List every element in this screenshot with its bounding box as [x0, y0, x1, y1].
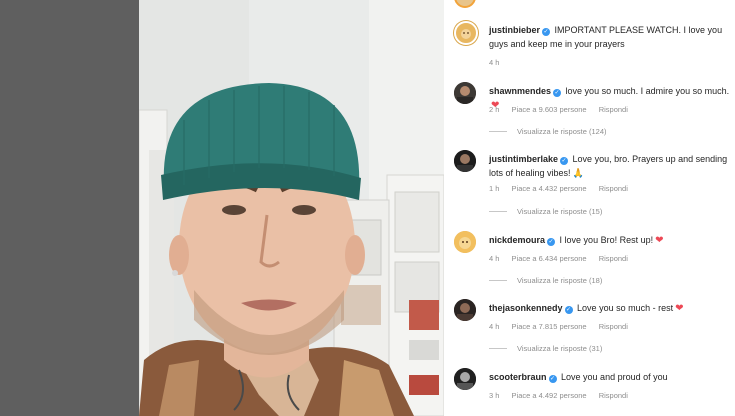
comment-meta: 1 h Piace a 4.432 persone Rispondi [489, 184, 638, 193]
view-replies-button[interactable]: Visualizza le risposte (18) [489, 276, 602, 285]
view-replies-button[interactable]: Visualizza le risposte (15) [489, 207, 602, 216]
comment-body: nickdemoura ✓ I love you Bro! Rest up! ❤ [489, 233, 735, 248]
lion-icon [457, 24, 475, 42]
nickdemoura-avatar[interactable] [454, 231, 476, 253]
left-gutter [0, 0, 139, 416]
comment-time[interactable]: 3 h [489, 391, 499, 400]
comment-likes[interactable]: Piace a 7.815 persone [512, 322, 587, 331]
comment-time[interactable]: 4 h [489, 322, 499, 331]
comments-panel[interactable]: justinbieber ✓ IMPORTANT PLEASE WATCH. I … [444, 0, 735, 416]
reply-button[interactable]: Rispondi [599, 391, 628, 400]
comment-text: Love you so much - rest [577, 303, 674, 313]
comment-username[interactable]: thejasonkennedy [489, 303, 563, 313]
view-replies-button[interactable]: Visualizza le risposte (31) [489, 344, 602, 353]
verified-badge-icon: ✓ [560, 157, 569, 165]
replies-divider [489, 280, 507, 281]
comment-username[interactable]: nickdemoura [489, 235, 545, 245]
comment-username[interactable]: scooterbraun [489, 372, 547, 382]
verified-badge-icon: ✓ [553, 89, 562, 97]
red-heart-icon: ❤ [655, 235, 664, 246]
verified-badge-icon: ✓ [547, 238, 556, 246]
scooterbraun-avatar[interactable] [454, 368, 476, 390]
reply-button[interactable]: Rispondi [599, 105, 628, 114]
video-frame [139, 0, 444, 416]
reply-button[interactable]: Rispondi [599, 184, 628, 193]
comment-body: justintimberlake ✓ Love you, bro. Prayers… [489, 152, 735, 180]
comment-text: love you so much. I admire you so much. [565, 86, 730, 96]
replies-divider [489, 211, 507, 212]
comment-meta: 4 h Piace a 7.815 persone Rispondi [489, 322, 638, 331]
comment-text: Love you and proud of you [561, 372, 668, 382]
lion-icon [454, 231, 476, 253]
profile-photo-icon [454, 82, 476, 104]
comment-likes[interactable]: Piace a 4.492 persone [512, 391, 587, 400]
red-heart-icon: ❤ [675, 303, 684, 314]
replies-divider [489, 348, 507, 349]
view-replies-label: Visualizza le risposte (18) [517, 276, 603, 285]
verified-badge-icon: ✓ [564, 306, 573, 314]
replies-divider [489, 131, 507, 132]
view-replies-label: Visualizza le risposte (31) [517, 344, 603, 353]
thejasonkennedy-avatar[interactable] [454, 299, 476, 321]
comment-time[interactable]: 1 h [489, 184, 499, 193]
profile-photo-icon [454, 299, 476, 321]
comment-text: I love you Bro! Rest up! [559, 235, 654, 245]
comment-likes[interactable]: Piace a 6.434 persone [512, 254, 587, 263]
comment-time[interactable]: 4 h [489, 254, 499, 263]
view-replies-label: Visualizza le risposte (124) [517, 127, 607, 136]
caption-username[interactable]: justinbieber [489, 25, 540, 35]
video-player[interactable] [139, 0, 444, 416]
caption-body: justinbieber ✓ IMPORTANT PLEASE WATCH. I … [489, 23, 735, 51]
view-replies-label: Visualizza le risposte (15) [517, 207, 603, 216]
shawnmendes-avatar[interactable] [454, 82, 476, 104]
profile-photo-icon [454, 368, 476, 390]
comment-meta: 4 h Piace a 6.434 persone Rispondi [489, 254, 638, 263]
comment-likes[interactable]: Piace a 9.603 persone [512, 105, 587, 114]
comment-username[interactable]: shawnmendes [489, 86, 551, 96]
caption-time[interactable]: 4 h [489, 58, 499, 67]
profile-photo-icon [454, 150, 476, 172]
view-replies-button[interactable]: Visualizza le risposte (124) [489, 127, 607, 136]
comment-username[interactable]: justintimberlake [489, 154, 558, 164]
reply-button[interactable]: Rispondi [599, 254, 628, 263]
comment-meta: 3 h Piace a 4.492 persone Rispondi [489, 391, 638, 400]
praying-hands-icon: 🙏 [572, 168, 584, 178]
verified-badge-icon: ✓ [542, 28, 551, 36]
justintimberlake-avatar[interactable] [454, 150, 476, 172]
comment-likes[interactable]: Piace a 4.432 persone [512, 184, 587, 193]
verified-badge-icon: ✓ [548, 375, 557, 383]
reply-button[interactable]: Rispondi [599, 322, 628, 331]
partial-avatar [454, 0, 476, 8]
justinbieber-avatar[interactable] [454, 21, 478, 45]
comment-time[interactable]: 2 h [489, 105, 499, 114]
comment-meta: 2 h Piace a 9.603 persone Rispondi [489, 105, 638, 114]
comment-body: scooterbraun ✓ Love you and proud of you [489, 370, 735, 384]
comment-body: thejasonkennedy ✓ Love you so much - rest… [489, 301, 735, 316]
